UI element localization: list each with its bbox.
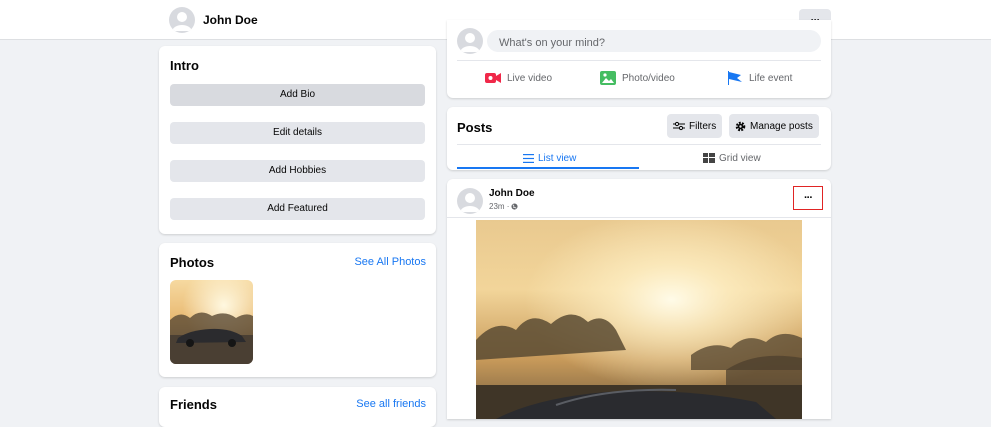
- add-hobbies-button[interactable]: Add Hobbies: [170, 160, 425, 182]
- post-composer: What's on your mind? Live video Photo/vi…: [447, 20, 831, 98]
- life-event-label: Life event: [749, 72, 793, 84]
- photo-thumbnail[interactable]: [170, 280, 253, 364]
- list-view-icon: [523, 153, 534, 163]
- tab-grid-view[interactable]: Grid view: [703, 149, 761, 167]
- add-bio-button[interactable]: Add Bio: [170, 84, 425, 106]
- car-sunset-image: [476, 220, 802, 419]
- live-video-label: Live video: [507, 72, 553, 84]
- post-timestamp: 23m ·: [489, 202, 519, 211]
- photo-video-label: Photo/video: [622, 72, 675, 84]
- photo-video-button[interactable]: Photo/video: [600, 69, 675, 87]
- post-card: John Doe 23m · ···: [447, 179, 831, 419]
- whats-on-your-mind-input[interactable]: What's on your mind?: [487, 30, 821, 52]
- default-avatar-icon: [172, 12, 192, 31]
- car-photo-image: [170, 280, 253, 364]
- grid-view-icon: [703, 153, 715, 163]
- photos-title: Photos: [170, 255, 215, 270]
- globe-icon: [511, 203, 519, 210]
- divider: [447, 217, 831, 218]
- composer-avatar: [457, 28, 483, 54]
- friends-title: Friends: [170, 397, 217, 412]
- manage-posts-label: Manage posts: [750, 120, 813, 132]
- see-all-friends-link[interactable]: See all friends: [356, 398, 426, 410]
- default-avatar-icon: [460, 193, 480, 212]
- manage-posts-button[interactable]: Manage posts: [729, 114, 819, 138]
- profile-name[interactable]: John Doe: [203, 13, 258, 27]
- divider: [457, 144, 821, 145]
- posts-title: Posts: [457, 120, 493, 135]
- post-photo[interactable]: [476, 220, 802, 419]
- friends-card: Friends See all friends: [159, 387, 436, 427]
- intro-card: Intro Add Bio Edit details Add Hobbies A…: [159, 46, 436, 234]
- post-more-options-button[interactable]: ···: [793, 186, 823, 210]
- tab-list-view[interactable]: List view: [523, 149, 576, 167]
- grid-view-label: Grid view: [719, 152, 761, 164]
- filters-button[interactable]: Filters: [667, 114, 723, 138]
- photo-video-icon: [600, 71, 616, 85]
- life-event-flag-icon: [727, 71, 743, 85]
- photos-card: Photos See All Photos: [159, 243, 436, 377]
- live-video-button[interactable]: Live video: [485, 69, 552, 87]
- active-tab-indicator: [457, 167, 639, 169]
- live-video-icon: [485, 72, 501, 84]
- post-author-avatar[interactable]: [457, 188, 483, 214]
- post-author-name[interactable]: John Doe: [489, 188, 535, 199]
- filters-label: Filters: [689, 120, 717, 132]
- filters-icon: [673, 121, 685, 131]
- edit-details-button[interactable]: Edit details: [170, 122, 425, 144]
- avatar[interactable]: [169, 7, 195, 33]
- see-all-photos-link[interactable]: See All Photos: [354, 256, 426, 268]
- divider: [457, 60, 821, 61]
- gear-icon: [735, 121, 746, 132]
- life-event-button[interactable]: Life event: [727, 69, 792, 87]
- intro-title: Intro: [170, 58, 199, 73]
- posts-header-card: Posts Filters Manage posts List view Gri…: [447, 107, 831, 170]
- list-view-label: List view: [538, 152, 577, 164]
- post-time-text: 23m ·: [489, 202, 510, 211]
- add-featured-button[interactable]: Add Featured: [170, 198, 425, 220]
- default-avatar-icon: [460, 33, 480, 52]
